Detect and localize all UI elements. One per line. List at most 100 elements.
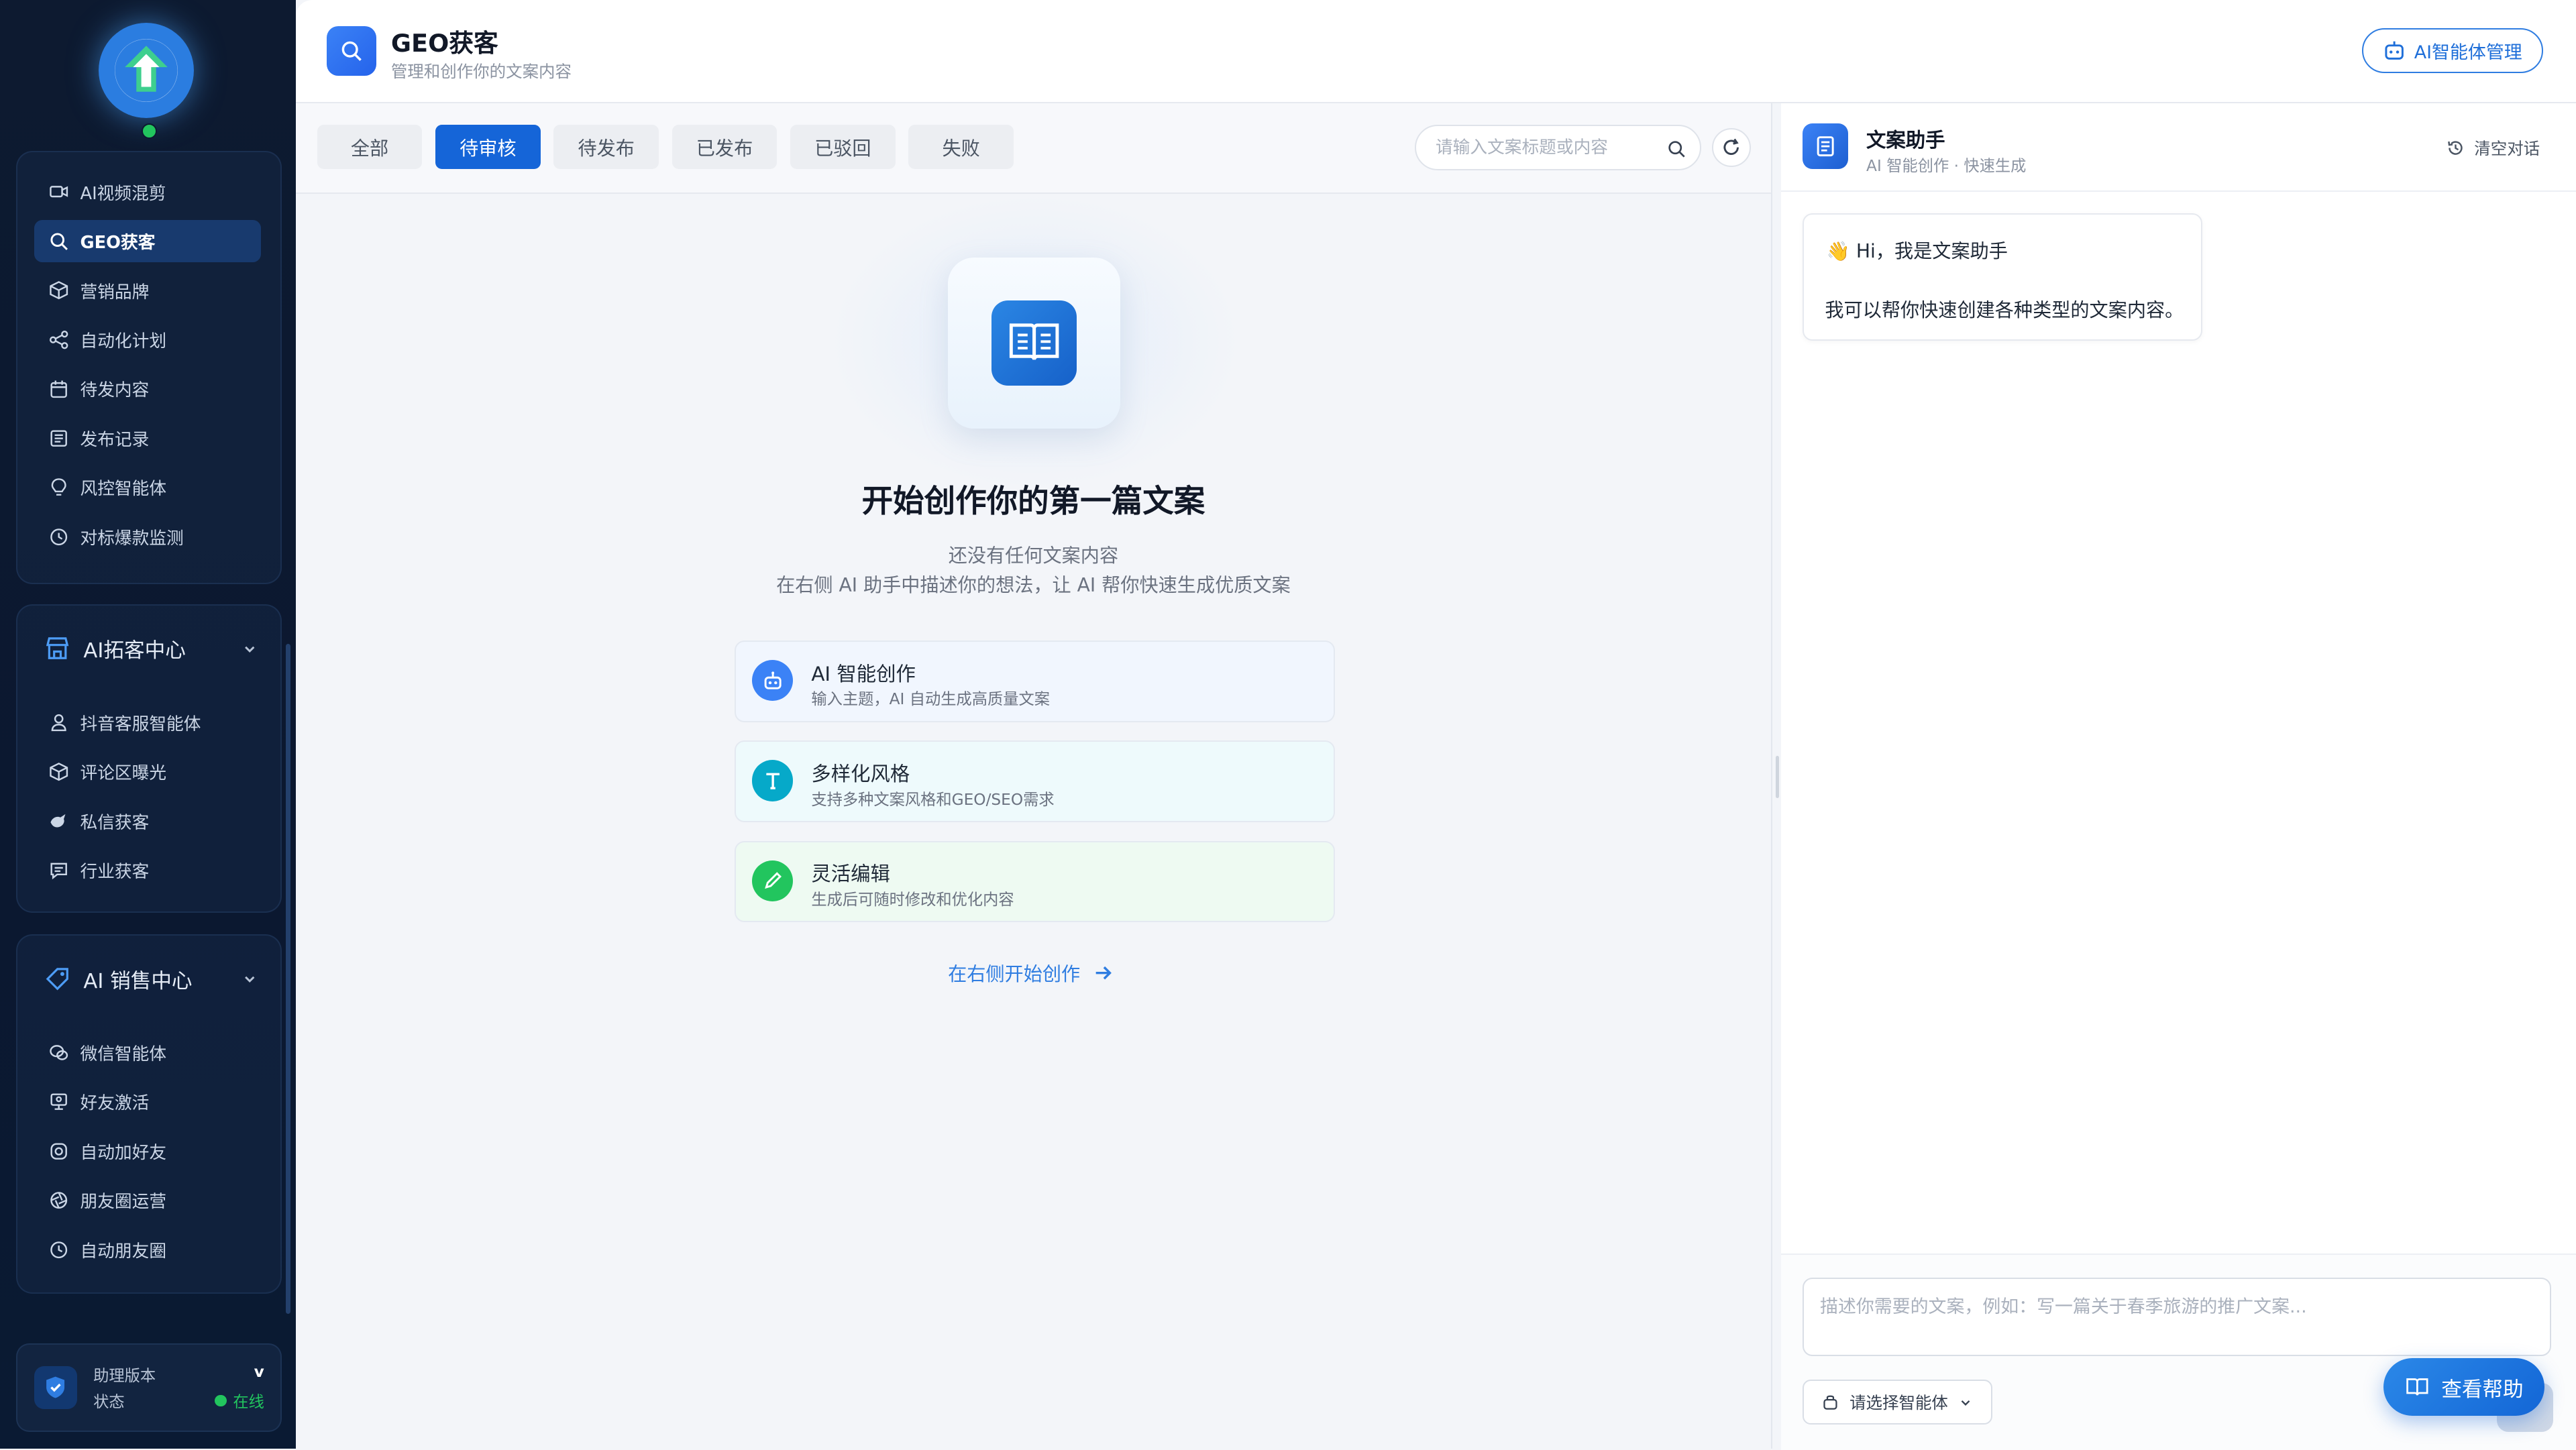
search-icon <box>327 26 376 76</box>
nav-group-sales: AI 销售中心 微信智能体 好友激活 自动加好友 朋友圈运营 自动朋友圈 <box>16 934 282 1294</box>
text-t-icon <box>752 760 794 801</box>
clear-conversation-label: 清空对话 <box>2474 139 2540 159</box>
start-creating-link[interactable]: 在右侧开始创作 <box>948 959 1113 987</box>
feature-title: 多样化风格 <box>811 762 910 785</box>
search-icon[interactable] <box>1667 136 1686 166</box>
calendar-icon <box>49 379 68 398</box>
agent-management-label: AI智能体管理 <box>2414 42 2522 63</box>
sidebar-item-pending[interactable]: 待发内容 <box>34 368 261 410</box>
refresh-icon <box>1723 138 1739 156</box>
video-icon <box>49 182 68 201</box>
help-label: 查看帮助 <box>2441 1378 2524 1402</box>
sidebar-item-records[interactable]: 发布记录 <box>34 417 261 460</box>
bird-icon <box>49 811 68 830</box>
pencil-icon <box>752 860 794 902</box>
chat-composer: 请选择智能体 <box>1780 1253 2576 1450</box>
search-icon <box>49 231 68 251</box>
resize-handle[interactable] <box>1776 755 1780 799</box>
feature-ai-creation: AI 智能创作 输入主题，AI 自动生成高质量文案 <box>734 640 1336 722</box>
sidebar-item-dm-leads[interactable]: 私信获客 <box>34 799 261 842</box>
tab-failed[interactable]: 失败 <box>908 125 1014 170</box>
tab-published[interactable]: 已发布 <box>672 125 777 170</box>
empty-subtitle: 还没有任何文案内容 <box>948 544 1119 567</box>
sidebar-item-risk[interactable]: 风控智能体 <box>34 466 261 509</box>
page-subtitle: 管理和创作你的文案内容 <box>390 62 572 82</box>
store-icon <box>44 635 70 661</box>
robot-icon <box>752 660 794 702</box>
panel-divider <box>1771 103 1773 1449</box>
sidebar-item-automation[interactable]: 自动化计划 <box>34 319 261 361</box>
chevron-down-icon <box>241 970 258 987</box>
empty-title: 开始创作你的第一篇文案 <box>861 483 1205 520</box>
agent-select-value: 请选择智能体 <box>1849 1393 1948 1413</box>
search-input[interactable] <box>1432 135 1669 160</box>
history-icon <box>49 527 68 547</box>
group-title: AI 销售中心 <box>83 969 193 993</box>
wave-hand-icon: 👋 <box>1826 240 1850 263</box>
assistant-header: 文案助手 AI 智能创作 · 快速生成 清空对话 <box>1780 103 2576 192</box>
circle-icon <box>49 1141 68 1161</box>
status-label: 状态 <box>93 1393 125 1412</box>
nav-group-main: AI视频混剪 GEO获客 营销品牌 自动化计划 待发内容 发布记录 风控智能体 <box>16 151 282 584</box>
sidebar-item-auto-add[interactable]: 自动加好友 <box>34 1129 261 1172</box>
tab-pending-publish[interactable]: 待发布 <box>553 125 659 170</box>
filter-toolbar: 全部 待审核 待发布 已发布 已驳回 失败 <box>295 103 1771 194</box>
chat-input[interactable] <box>1802 1277 2552 1357</box>
agent-select[interactable]: 请选择智能体 <box>1802 1379 1992 1425</box>
sidebar-item-label: 自动朋友圈 <box>80 1241 167 1262</box>
agent-management-button[interactable]: AI智能体管理 <box>2361 27 2544 74</box>
chevron-down-icon <box>1958 1395 1973 1410</box>
sidebar-item-label: 抖音客服智能体 <box>80 714 201 734</box>
sidebar-item-monitor[interactable]: 对标爆款监测 <box>34 516 261 559</box>
sidebar-item-wechat-agent[interactable]: 微信智能体 <box>34 1031 261 1074</box>
chevron-down-icon <box>241 640 258 657</box>
group-toggle-sales[interactable]: AI 销售中心 <box>44 962 258 995</box>
sidebar-item-label: 朋友圈运营 <box>80 1192 167 1213</box>
tab-all[interactable]: 全部 <box>317 125 423 170</box>
online-dot <box>215 1394 227 1406</box>
feature-styles: 多样化风格 支持多种文案风格和GEO/SEO需求 <box>734 740 1336 823</box>
sidebar-item-industry[interactable]: 行业获客 <box>34 849 261 892</box>
feature-description: 输入主题，AI 自动生成高质量文案 <box>811 690 1050 709</box>
bulb-icon <box>49 478 68 497</box>
status-badge: 在线 <box>215 1389 264 1412</box>
sidebar-item-label: 微信智能体 <box>80 1044 167 1064</box>
search-box <box>1414 125 1702 170</box>
start-creating-label: 在右侧开始创作 <box>948 963 1081 986</box>
sidebar-item-geo[interactable]: GEO获客 <box>34 219 261 263</box>
sidebar-item-label: 行业获客 <box>80 861 150 882</box>
list-icon <box>49 429 68 448</box>
sidebar-item-brand[interactable]: 营销品牌 <box>34 269 261 312</box>
help-button[interactable]: 查看帮助 <box>2383 1358 2545 1416</box>
version-value: v <box>254 1363 264 1382</box>
app-logo[interactable] <box>98 23 194 140</box>
book-illustration <box>948 258 1121 429</box>
message-icon <box>49 860 68 880</box>
group-toggle-acquisition[interactable]: AI拓客中心 <box>44 632 258 665</box>
tab-pending-review[interactable]: 待审核 <box>435 125 541 170</box>
sidebar-scrollbar[interactable] <box>286 644 291 1315</box>
tab-rejected[interactable]: 已驳回 <box>790 125 896 170</box>
logo-icon <box>98 23 194 119</box>
sidebar-item-label: 自动加好友 <box>80 1142 167 1163</box>
clear-conversation-button[interactable]: 清空对话 <box>2447 136 2540 160</box>
sidebar-item-label: AI视频混剪 <box>80 183 166 204</box>
feature-title: AI 智能创作 <box>811 662 916 685</box>
greeting-text: Hi，我是文案助手 <box>1856 240 2008 263</box>
sidebar-item-comment-exposure[interactable]: 评论区曝光 <box>34 750 261 793</box>
online-indicator <box>141 123 158 140</box>
sidebar-item-auto-moments[interactable]: 自动朋友圈 <box>34 1228 261 1271</box>
person-headset-icon <box>49 712 68 732</box>
refresh-button[interactable] <box>1711 128 1751 167</box>
aperture-icon <box>49 1190 68 1210</box>
feature-description: 支持多种文案风格和GEO/SEO需求 <box>811 790 1055 809</box>
sidebar-item-friend-activate[interactable]: 好友激活 <box>34 1080 261 1123</box>
sidebar: AI视频混剪 GEO获客 营销品牌 自动化计划 待发内容 发布记录 风控智能体 <box>0 0 296 1449</box>
sidebar-item-douyin-agent[interactable]: 抖音客服智能体 <box>34 701 261 744</box>
greeting-line: 👋 Hi，我是文案助手 <box>1827 236 2008 264</box>
sidebar-item-video-remix[interactable]: AI视频混剪 <box>34 170 261 213</box>
sidebar-item-label: 营销品牌 <box>80 282 150 302</box>
sidebar-item-label: 风控智能体 <box>80 479 167 500</box>
sidebar-item-label: 发布记录 <box>80 429 150 450</box>
sidebar-item-moments-ops[interactable]: 朋友圈运营 <box>34 1179 261 1222</box>
